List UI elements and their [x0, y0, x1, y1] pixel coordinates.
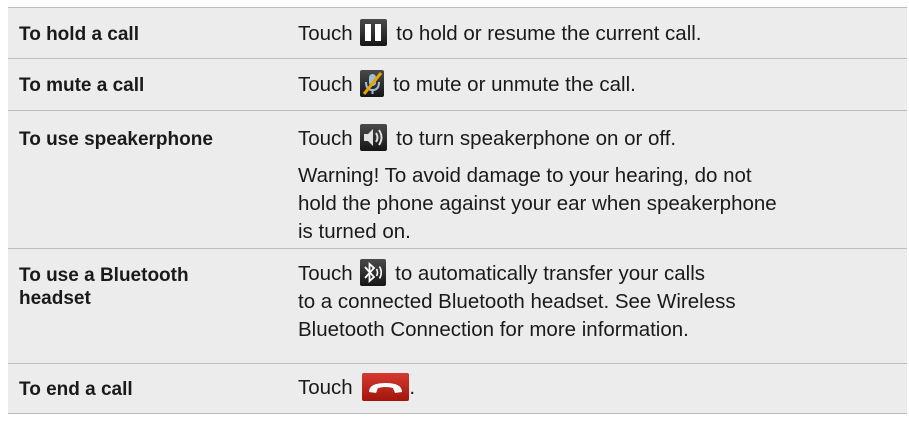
row-desc-bluetooth: Touch to automatically transfer your cal…	[298, 259, 736, 344]
desc-text: to hold or resume the current call.	[396, 22, 702, 45]
desc-prefix: Touch	[298, 73, 353, 96]
warning-line: is turned on.	[298, 220, 411, 243]
row-desc-end: Touch .	[298, 373, 415, 402]
row-label-hold: To hold a call	[19, 24, 139, 45]
table-row-hold: To hold a call Touch to hold or resume t…	[8, 8, 907, 59]
table-row-mute: To mute a call Touch to mute or unmute t…	[8, 59, 907, 111]
desc-text: to turn speakerphone on or off.	[396, 127, 677, 150]
speakerphone-warning: Warning! To avoid damage to your hearing…	[298, 162, 777, 246]
row-desc-hold: Touch to hold or resume the current call…	[298, 19, 702, 48]
row-label-speakerphone: To use speakerphone	[19, 129, 213, 150]
row-label-mute: To mute a call	[19, 75, 145, 96]
bluetooth-audio-icon	[360, 259, 387, 286]
microphone-mute-icon	[360, 70, 385, 97]
desc-prefix: Touch	[298, 22, 353, 45]
desc-line: Bluetooth Connection for more informatio…	[298, 318, 689, 341]
table-row-bluetooth: To use a Bluetooth headset Touch to auto…	[8, 249, 907, 364]
end-call-icon	[362, 373, 410, 401]
desc-text: .	[409, 376, 416, 399]
desc-text: to mute or unmute the call.	[393, 73, 636, 96]
speaker-icon	[360, 124, 388, 151]
desc-text: to automatically transfer your calls	[395, 262, 706, 285]
warning-line: Warning! To avoid damage to your hearing…	[298, 164, 752, 187]
table-bottom-rule	[8, 413, 907, 414]
warning-line: hold the phone against your ear when spe…	[298, 192, 777, 215]
row-label-end: To end a call	[19, 379, 133, 400]
table-row-end: To end a call Touch .	[8, 364, 907, 414]
pause-icon	[360, 19, 388, 46]
row-desc-speakerphone: Touch to turn speakerphone on or off.	[298, 124, 676, 153]
desc-prefix: Touch	[298, 376, 353, 399]
row-desc-mute: Touch to mute or unmute the call.	[298, 70, 636, 99]
label-line: To use a Bluetooth	[19, 265, 189, 286]
desc-line: to a connected Bluetooth headset. See Wi…	[298, 290, 736, 313]
table-row-speakerphone: To use speakerphone Touch to turn speake…	[8, 111, 907, 249]
desc-prefix: Touch	[298, 262, 353, 285]
label-line: headset	[19, 288, 91, 309]
desc-prefix: Touch	[298, 127, 353, 150]
row-label-bluetooth: To use a Bluetooth headset	[19, 264, 189, 310]
